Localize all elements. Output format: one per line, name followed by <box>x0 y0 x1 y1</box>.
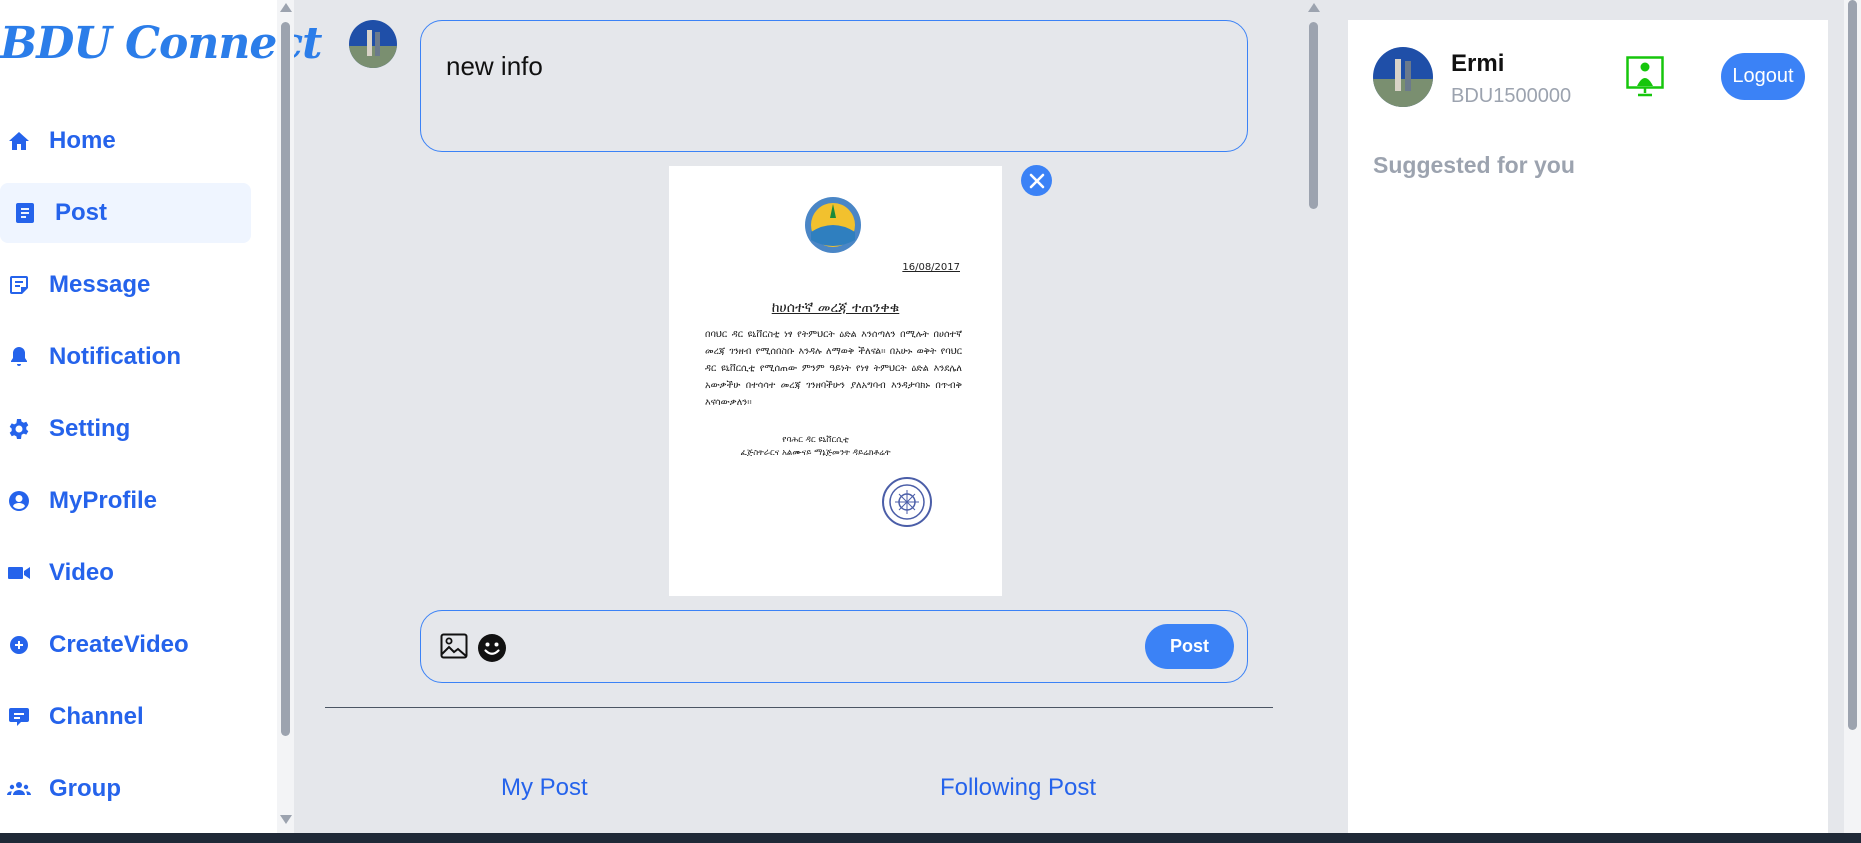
video-icon <box>6 560 32 586</box>
signature-line: ፈጅስትራርና አልሙናይ ማኔጅመንት ዳይሬክቶሬት <box>740 448 891 458</box>
scrollbar-thumb[interactable] <box>1848 0 1857 730</box>
sidebar: BDU Connect Home Post Message Notificati… <box>0 0 322 833</box>
attachment-preview: 16/08/2017 ከሀሰተኛ መረጃ ተጠንቀቁ በባህር ዳር ዩኒቨርስ… <box>669 166 1002 596</box>
sidebar-item-notification[interactable]: Notification <box>0 327 251 387</box>
seal-stamp-icon <box>882 477 932 527</box>
main-content: new info 16/08/2017 ከሀሰተኛ መረጃ ተጠንቀቁ በባህር… <box>297 0 1311 833</box>
taskbar <box>0 833 1861 843</box>
sidebar-item-label: Channel <box>49 703 144 730</box>
group-icon <box>6 776 32 802</box>
suggested-heading: Suggested for you <box>1373 152 1575 178</box>
main-scrollbar[interactable] <box>1305 0 1322 833</box>
sidebar-item-label: Group <box>49 775 121 802</box>
scrollbar-thumb[interactable] <box>281 22 290 736</box>
sidebar-item-label: CreateVideo <box>49 631 189 658</box>
scroll-up-arrow[interactable] <box>1308 3 1320 12</box>
signature-line: የባሕር ዳር ዩኒቨርሲቲ <box>782 435 849 445</box>
bell-icon <box>6 344 32 370</box>
scroll-up-arrow[interactable] <box>280 3 292 12</box>
right-panel: Ermi BDU1500000 Logout Suggested for you <box>1348 20 1828 833</box>
sidebar-item-label: Video <box>49 559 114 586</box>
user-avatar[interactable] <box>1373 47 1433 107</box>
university-logo-icon <box>805 197 861 253</box>
sidebar-item-label: Post <box>55 199 108 226</box>
post-text-input[interactable]: new info <box>420 20 1248 152</box>
message-icon <box>6 272 32 298</box>
sidebar-item-home[interactable]: Home <box>0 111 251 171</box>
sidebar-item-myprofile[interactable]: MyProfile <box>0 471 251 531</box>
user-icon <box>6 488 32 514</box>
avatar[interactable] <box>349 20 397 68</box>
sidebar-item-video[interactable]: Video <box>0 543 251 603</box>
home-icon <box>6 128 32 154</box>
gear-icon <box>6 416 32 442</box>
sidebar-item-label: Notification <box>49 343 181 370</box>
scroll-down-arrow[interactable] <box>280 815 292 824</box>
sidebar-item-group[interactable]: Group <box>0 759 251 819</box>
presence-icon[interactable] <box>1626 56 1664 98</box>
sidebar-item-label: Home <box>49 127 116 154</box>
emoji-icon[interactable] <box>477 633 507 663</box>
user-name: Ermi <box>1451 50 1505 77</box>
document-date: 16/08/2017 <box>902 262 960 273</box>
sidebar-item-setting[interactable]: Setting <box>0 399 251 459</box>
divider <box>325 707 1273 708</box>
logout-button[interactable]: Logout <box>1721 53 1805 100</box>
scrollbar-thumb[interactable] <box>1309 22 1318 209</box>
document-body: በባህር ዳር ዩኒቨርስቲ ነፃ የትምህርት ዕድል እንሰጣለን በሚሉት… <box>705 329 962 408</box>
post-toolbar: Post <box>420 610 1248 683</box>
sidebar-item-channel[interactable]: Channel <box>0 687 251 747</box>
sidebar-item-createvideo[interactable]: CreateVideo <box>0 615 251 675</box>
tab-following-post[interactable]: Following Post <box>940 774 1096 802</box>
sidebar-scrollbar[interactable] <box>277 0 294 833</box>
document-signature: የባሕር ዳር ዩኒቨርሲቲ ፈጅስትራርና አልሙናይ ማኔጅመንት ዳይሬክ… <box>669 434 962 460</box>
page-scrollbar[interactable] <box>1844 0 1861 833</box>
sidebar-item-post[interactable]: Post <box>0 183 251 243</box>
brand-logo[interactable]: BDU Connect <box>0 18 322 69</box>
sidebar-item-label: MyProfile <box>49 487 158 514</box>
close-icon <box>1029 173 1044 188</box>
channel-icon <box>6 704 32 730</box>
sidebar-item-message[interactable]: Message <box>0 255 251 315</box>
sidebar-item-label: Setting <box>49 415 131 442</box>
post-icon <box>12 200 38 226</box>
sidebar-item-label: Message <box>49 271 151 298</box>
post-button[interactable]: Post <box>1145 624 1234 669</box>
image-upload-icon[interactable] <box>440 633 468 659</box>
remove-attachment-button[interactable] <box>1021 165 1052 196</box>
tab-my-post[interactable]: My Post <box>501 774 588 802</box>
document-title: ከሀሰተኛ መረጃ ተጠንቀቁ <box>771 300 900 316</box>
user-id: BDU1500000 <box>1451 85 1572 107</box>
plus-circle-icon <box>6 632 32 658</box>
